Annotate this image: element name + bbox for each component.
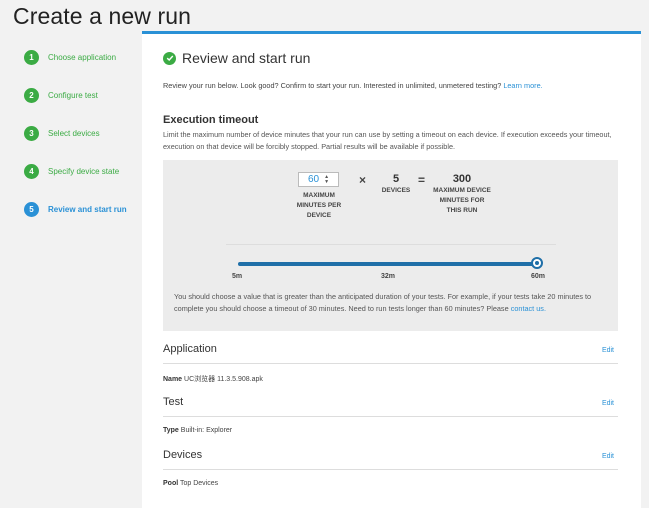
edit-devices-link[interactable]: Edit	[602, 453, 614, 460]
kv-key: Type	[163, 427, 179, 434]
minutes-per-device-stepper[interactable]: 60 ▲ ▼	[298, 172, 339, 187]
step-number: 4	[24, 163, 39, 179]
step-configure-test[interactable]: 2 Configure test	[24, 76, 144, 114]
total-value: 300	[452, 173, 472, 185]
panel-title: Review and start run	[182, 50, 311, 66]
slider-mid-label: 32m	[381, 273, 396, 280]
timeout-calculator: 60 ▲ ▼ MAXIMUM MINUTES PER DEVICE × 5 DEV…	[163, 160, 618, 331]
timeout-note: You should choose a value that is greate…	[174, 291, 614, 315]
total-device-minutes: 300 MAXIMUM DEVICE MINUTES FOR THIS RUN	[433, 172, 491, 216]
test-title: Test	[163, 396, 184, 408]
step-specify-device-state[interactable]: 4 Specify device state	[24, 152, 144, 190]
edit-test-link[interactable]: Edit	[602, 400, 614, 407]
test-type: Type Built-in: Explorer	[163, 427, 618, 434]
panel-header: Review and start run	[163, 50, 310, 66]
step-review-and-start-run[interactable]: 5 Review and start run	[24, 190, 144, 228]
step-label: Review and start run	[48, 204, 127, 214]
execution-timeout-description: Limit the maximum number of device minut…	[163, 130, 612, 151]
minutes-value: 60	[307, 174, 320, 185]
intro-text: Review your run below. Look good? Confir…	[163, 81, 543, 90]
kv-key: Pool	[163, 480, 179, 487]
divider	[226, 244, 556, 245]
spinner-arrows-icon[interactable]: ▲ ▼	[324, 174, 329, 185]
review-panel: Review and start run Review your run bel…	[142, 31, 641, 508]
step-label: Choose application	[48, 52, 117, 62]
kv-value: Built-in: Explorer	[180, 427, 233, 434]
application-name: Name UC浏览器 11.3.5.908.apk	[163, 374, 618, 384]
timeout-slider-handle[interactable]	[531, 257, 543, 269]
multiply-icon: ×	[359, 173, 367, 187]
step-label: Select devices	[48, 128, 100, 138]
step-label: Specify device state	[48, 166, 120, 176]
devices-section: Devices Edit Pool Top Devices	[163, 449, 618, 487]
test-section: Test Edit Type Built-in: Explorer	[163, 396, 618, 434]
application-title: Application	[163, 343, 217, 355]
timeout-slider-track[interactable]	[238, 262, 538, 266]
step-select-devices[interactable]: 3 Select devices	[24, 114, 144, 152]
devices-title: Devices	[163, 449, 203, 461]
execution-timeout-title: Execution timeout	[163, 114, 259, 126]
devices-label: DEVICES	[381, 187, 411, 194]
slider-min-label: 5m	[232, 273, 243, 280]
step-label: Configure test	[48, 90, 98, 100]
step-number: 1	[24, 49, 39, 65]
edit-application-link[interactable]: Edit	[602, 347, 614, 354]
devices-count: 5 DEVICES	[376, 172, 416, 196]
intro-message: Review your run below. Look good? Confir…	[163, 81, 502, 90]
equals-icon: =	[418, 173, 426, 187]
devices-value: 5	[392, 173, 400, 185]
application-section: Application Edit Name UC浏览器 11.3.5.908.a…	[163, 343, 618, 384]
step-number: 2	[24, 87, 39, 103]
page-title: Create a new run	[13, 3, 192, 29]
check-circle-icon	[163, 51, 176, 65]
contact-us-link[interactable]: contact us.	[511, 304, 546, 313]
kv-value: UC浏览器 11.3.5.908.apk	[184, 376, 263, 383]
learn-more-link[interactable]: Learn more.	[503, 81, 542, 90]
step-choose-application[interactable]: 1 Choose application	[24, 38, 144, 76]
total-label: MAXIMUM DEVICE MINUTES FOR THIS RUN	[433, 187, 491, 214]
step-number: 3	[24, 125, 39, 141]
step-number: 5	[24, 201, 39, 217]
devices-pool: Pool Top Devices	[163, 480, 618, 487]
kv-key: Name	[163, 376, 183, 383]
wizard-steps: 1 Choose application 2 Configure test 3 …	[24, 38, 144, 228]
slider-max-label: 60m	[531, 273, 546, 280]
minutes-per-device-label: MAXIMUM MINUTES PER DEVICE	[296, 192, 342, 219]
kv-value: Top Devices	[180, 480, 219, 487]
